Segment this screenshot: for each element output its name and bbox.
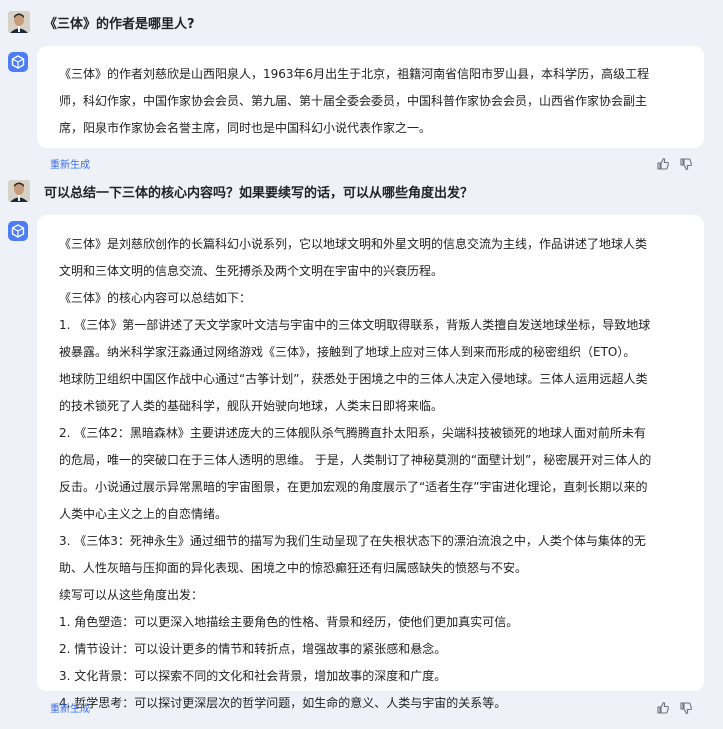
thumbs-down-icon[interactable] xyxy=(679,700,693,715)
answer-line: 《三体》是刘慈欣创作的长篇科幻小说系列，它以地球文明和外星文明的信息交流为主线，… xyxy=(59,237,648,251)
answer-line: 的危局，唯一的突破口在于三体人透明的思维。 于是，人类制订了神秘莫测的“面壁计划… xyxy=(59,453,652,467)
user-message-1: 《三体》的作者是哪里人? xyxy=(8,11,195,33)
thumbs-up-icon[interactable] xyxy=(656,156,670,170)
answer-line: 1. 《三体》第一部讲述了天文学家叶文洁与宇宙中的三体文明取得联系，背叛人类擅自… xyxy=(59,318,651,332)
user-message-2: 可以总结一下三体的核心内容吗？如果要续写的话，可以从哪些角度出发？ xyxy=(8,180,473,202)
regenerate-button[interactable]: 重新生成 xyxy=(50,700,90,715)
answer-line: 《三体》的作者刘慈欣是山西阳泉人，1963年6月出生于北京，祖籍河南省信阳市罗山… xyxy=(59,67,650,81)
thumbs-up-icon[interactable] xyxy=(656,700,670,714)
answer-line: 的技术锁死了人类的基础科学，舰队开始驶向地球，人类末日即将来临。 xyxy=(59,399,444,413)
answer-line: 地球防卫组织中国区作战中心通过“古筝计划”，获悉处于困境之中的三体人决定入侵地球… xyxy=(59,372,648,386)
answer-line: 2. 《三体2：黑暗森林》主要讲述庞大的三体舰队杀气腾腾直扑太阳系，尖端科技被锁… xyxy=(59,426,646,440)
answer-line: 被暴露。纳米科学家汪淼通过网络游戏《三体》，接触到了地球上应对三体人到来而形成的… xyxy=(59,345,636,359)
user-avatar xyxy=(8,11,30,33)
answer-line: 人类中心主义之上的自恋情绪。 xyxy=(59,507,228,521)
answer-line: 《三体》的核心内容可以总结如下： xyxy=(59,291,252,305)
answer-line: 3. 文化背景：可以探索不同的文化和社会背景，增加故事的深度和广度。 xyxy=(59,669,447,683)
user-avatar xyxy=(8,180,30,202)
answer-line: 师，科幻作家，中国作家协会会员、第九届、第十届全委会委员，中国科普作家协会会员，… xyxy=(59,94,648,108)
answer-line: 反击。小说通过展示异常黑暗的宇宙图景，在更加宏观的角度展示了“适者生存”宇宙进化… xyxy=(59,480,648,494)
answer-line: 1. 角色塑造：可以更深入地描绘主要角色的性格、背景和经历，使他们更加真实可信。 xyxy=(59,615,519,629)
feedback-buttons xyxy=(656,156,693,171)
bot-cube-icon xyxy=(8,52,28,72)
feedback-buttons xyxy=(656,700,693,715)
bot-cube-icon xyxy=(8,221,28,241)
answer-line: 续写可以从这些角度出发： xyxy=(59,588,204,602)
bot-answer-card-1: 《三体》的作者刘慈欣是山西阳泉人，1963年6月出生于北京，祖籍河南省信阳市罗山… xyxy=(37,46,704,148)
answer-line: 3. 《三体3：死神永生》通过细节的描写为我们生动呈现了在失根状态下的漂泊流浪之… xyxy=(59,534,646,548)
answer-line: 4. 哲学思考：可以探讨更深层次的哲学问题，如生命的意义、人类与宇宙的关系等。 xyxy=(59,696,507,710)
answer-line: 助、人性灰暗与压抑面的异化表现、困境之中的惊恐癫狂还有归属感缺失的愤怒与不安。 xyxy=(59,561,528,575)
answer-line: 文明和三体文明的信息交流、生死搏杀及两个文明在宇宙中的兴衰历程。 xyxy=(59,264,444,278)
answer-line: 席，阳泉市作家协会名誉主席，同时也是中国科幻小说代表作家之一。 xyxy=(59,121,432,135)
bot-answer-card-2: 《三体》是刘慈欣创作的长篇科幻小说系列，它以地球文明和外星文明的信息交流为主线，… xyxy=(37,215,704,710)
answer-line: 2. 情节设计：可以设计更多的情节和转折点，增强故事的紧张感和悬念。 xyxy=(59,642,447,656)
regenerate-button[interactable]: 重新生成 xyxy=(50,156,90,171)
user-question-text: 《三体》的作者是哪里人? xyxy=(44,16,195,32)
chat-page: 《三体》的作者是哪里人? 《三体》的作者刘慈欣是山西阳泉人，1963年6月出生于… xyxy=(0,0,723,729)
thumbs-down-icon[interactable] xyxy=(679,156,693,171)
user-question-text: 可以总结一下三体的核心内容吗？如果要续写的话，可以从哪些角度出发？ xyxy=(44,185,474,201)
